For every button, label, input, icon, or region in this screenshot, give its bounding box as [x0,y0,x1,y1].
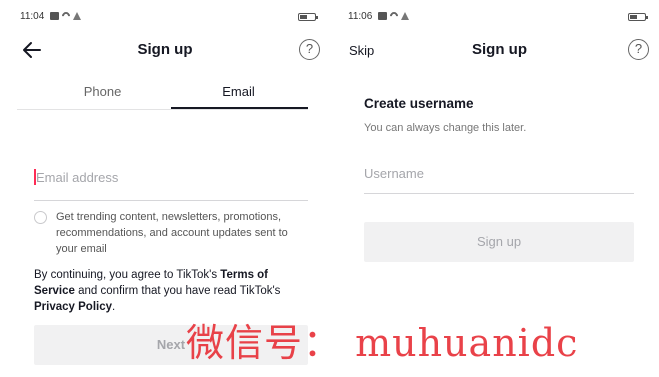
username-input[interactable] [364,162,634,184]
tab-email[interactable]: Email [170,84,307,99]
page-title: Sign up [137,41,193,58]
page-title: Sign up [472,41,527,58]
active-tab-indicator [171,107,308,109]
status-icons [50,10,81,22]
status-bar: 11:04 [0,10,330,26]
battery-icon [628,13,648,21]
status-time: 11:04 [20,11,45,22]
consent-text: Get trending content, newsletters, promo… [56,211,288,255]
tab-phone[interactable]: Phone [34,84,171,99]
message-icon [50,12,59,20]
status-bar: 11:06 [340,10,659,26]
help-circle-icon[interactable]: ? [628,39,649,60]
message-icon [378,12,387,20]
consent-radio[interactable] [34,211,47,224]
username-field[interactable] [364,162,634,194]
email-input[interactable] [36,165,310,189]
status-time: 11:06 [348,11,373,22]
nav-bar: Sign up ? [0,36,330,64]
signal-icon [401,12,409,20]
help-circle-icon[interactable]: ? [299,39,320,60]
signal-icon [73,12,81,20]
terms-middle: and confirm that you have read TikTok's [74,285,281,297]
sign-up-button[interactable]: Sign up [364,222,634,262]
terms-prefix: By continuing, you agree to TikTok's [34,269,221,281]
watermark-text: 微信号： muhuanidc [186,321,579,365]
marketing-consent[interactable]: Get trending content, newsletters, promo… [34,209,310,257]
terms-suffix: . [112,301,116,313]
signup-method-tabs: Phone Email [17,80,308,110]
privacy-policy-link[interactable]: Privacy Policy [34,301,112,313]
wifi-icon [388,10,400,22]
battery-icon [298,13,318,21]
email-field[interactable] [34,165,310,201]
status-icons [378,10,409,22]
wifi-icon [60,10,72,22]
terms-notice: By continuing, you agree to TikTok's Ter… [34,267,310,315]
create-username-heading: Create username [364,96,474,111]
create-username-subheading: You can always change this later. [364,122,527,134]
nav-bar: Skip Sign up ? [340,36,659,64]
